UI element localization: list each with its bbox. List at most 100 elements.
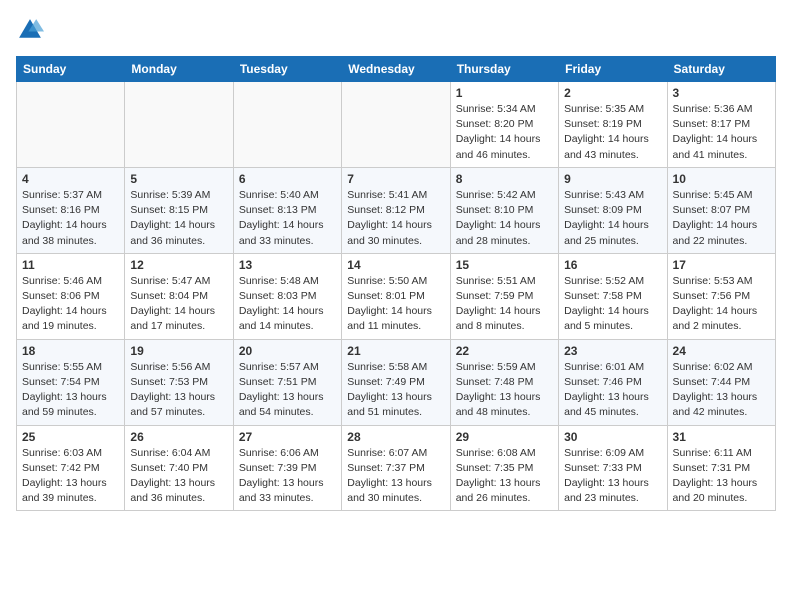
page-header [16, 16, 776, 44]
day-info: Sunrise: 5:51 AM Sunset: 7:59 PM Dayligh… [456, 274, 553, 335]
logo [16, 16, 48, 44]
calendar-cell: 1 Sunrise: 5:34 AM Sunset: 8:20 PM Daylig… [450, 82, 558, 168]
calendar-cell: 13 Sunrise: 5:48 AM Sunset: 8:03 PM Dayli… [233, 253, 341, 339]
day-info: Sunrise: 5:42 AM Sunset: 8:10 PM Dayligh… [456, 188, 553, 249]
calendar-cell: 15 Sunrise: 5:51 AM Sunset: 7:59 PM Dayli… [450, 253, 558, 339]
day-info: Sunrise: 5:48 AM Sunset: 8:03 PM Dayligh… [239, 274, 336, 335]
day-info: Sunrise: 6:06 AM Sunset: 7:39 PM Dayligh… [239, 446, 336, 507]
day-number: 30 [564, 430, 661, 444]
day-number: 15 [456, 258, 553, 272]
logo-icon [16, 16, 44, 44]
day-number: 9 [564, 172, 661, 186]
day-info: Sunrise: 6:03 AM Sunset: 7:42 PM Dayligh… [22, 446, 119, 507]
day-number: 2 [564, 86, 661, 100]
day-number: 7 [347, 172, 444, 186]
day-info: Sunrise: 5:34 AM Sunset: 8:20 PM Dayligh… [456, 102, 553, 163]
day-number: 31 [673, 430, 770, 444]
day-header-thursday: Thursday [450, 57, 558, 82]
day-info: Sunrise: 5:45 AM Sunset: 8:07 PM Dayligh… [673, 188, 770, 249]
day-number: 4 [22, 172, 119, 186]
calendar-cell: 28 Sunrise: 6:07 AM Sunset: 7:37 PM Dayli… [342, 425, 450, 511]
day-info: Sunrise: 5:47 AM Sunset: 8:04 PM Dayligh… [130, 274, 227, 335]
day-number: 28 [347, 430, 444, 444]
day-header-wednesday: Wednesday [342, 57, 450, 82]
day-header-saturday: Saturday [667, 57, 775, 82]
day-info: Sunrise: 6:04 AM Sunset: 7:40 PM Dayligh… [130, 446, 227, 507]
day-info: Sunrise: 6:09 AM Sunset: 7:33 PM Dayligh… [564, 446, 661, 507]
day-info: Sunrise: 5:58 AM Sunset: 7:49 PM Dayligh… [347, 360, 444, 421]
day-number: 18 [22, 344, 119, 358]
day-info: Sunrise: 5:52 AM Sunset: 7:58 PM Dayligh… [564, 274, 661, 335]
day-info: Sunrise: 6:01 AM Sunset: 7:46 PM Dayligh… [564, 360, 661, 421]
day-info: Sunrise: 5:39 AM Sunset: 8:15 PM Dayligh… [130, 188, 227, 249]
calendar-cell: 4 Sunrise: 5:37 AM Sunset: 8:16 PM Daylig… [17, 167, 125, 253]
day-info: Sunrise: 5:43 AM Sunset: 8:09 PM Dayligh… [564, 188, 661, 249]
day-number: 16 [564, 258, 661, 272]
day-number: 13 [239, 258, 336, 272]
day-info: Sunrise: 5:36 AM Sunset: 8:17 PM Dayligh… [673, 102, 770, 163]
day-info: Sunrise: 5:50 AM Sunset: 8:01 PM Dayligh… [347, 274, 444, 335]
day-info: Sunrise: 5:53 AM Sunset: 7:56 PM Dayligh… [673, 274, 770, 335]
calendar-cell: 5 Sunrise: 5:39 AM Sunset: 8:15 PM Daylig… [125, 167, 233, 253]
day-number: 22 [456, 344, 553, 358]
day-info: Sunrise: 5:35 AM Sunset: 8:19 PM Dayligh… [564, 102, 661, 163]
calendar-cell [233, 82, 341, 168]
day-info: Sunrise: 6:08 AM Sunset: 7:35 PM Dayligh… [456, 446, 553, 507]
calendar-cell: 23Sunrise: 6:01 AM Sunset: 7:46 PM Dayli… [559, 339, 667, 425]
calendar-cell: 10 Sunrise: 5:45 AM Sunset: 8:07 PM Dayli… [667, 167, 775, 253]
day-info: Sunrise: 5:41 AM Sunset: 8:12 PM Dayligh… [347, 188, 444, 249]
calendar-cell: 20 Sunrise: 5:57 AM Sunset: 7:51 PM Dayli… [233, 339, 341, 425]
day-info: Sunrise: 6:02 AM Sunset: 7:44 PM Dayligh… [673, 360, 770, 421]
day-info: Sunrise: 5:40 AM Sunset: 8:13 PM Dayligh… [239, 188, 336, 249]
calendar-table: SundayMondayTuesdayWednesdayThursdayFrid… [16, 56, 776, 511]
day-number: 14 [347, 258, 444, 272]
calendar-cell: 2 Sunrise: 5:35 AM Sunset: 8:19 PM Daylig… [559, 82, 667, 168]
day-number: 24 [673, 344, 770, 358]
day-number: 26 [130, 430, 227, 444]
day-number: 8 [456, 172, 553, 186]
calendar-cell: 11Sunrise: 5:46 AM Sunset: 8:06 PM Dayli… [17, 253, 125, 339]
day-number: 5 [130, 172, 227, 186]
calendar-cell: 22Sunrise: 5:59 AM Sunset: 7:48 PM Dayli… [450, 339, 558, 425]
calendar-cell [342, 82, 450, 168]
day-number: 3 [673, 86, 770, 100]
day-header-friday: Friday [559, 57, 667, 82]
calendar-cell: 24 Sunrise: 6:02 AM Sunset: 7:44 PM Dayli… [667, 339, 775, 425]
day-number: 12 [130, 258, 227, 272]
day-header-sunday: Sunday [17, 57, 125, 82]
day-number: 19 [130, 344, 227, 358]
day-number: 20 [239, 344, 336, 358]
day-info: Sunrise: 5:55 AM Sunset: 7:54 PM Dayligh… [22, 360, 119, 421]
calendar-cell: 27 Sunrise: 6:06 AM Sunset: 7:39 PM Dayli… [233, 425, 341, 511]
day-info: Sunrise: 5:37 AM Sunset: 8:16 PM Dayligh… [22, 188, 119, 249]
calendar-cell: 7 Sunrise: 5:41 AM Sunset: 8:12 PM Daylig… [342, 167, 450, 253]
calendar-cell: 12 Sunrise: 5:47 AM Sunset: 8:04 PM Dayli… [125, 253, 233, 339]
day-info: Sunrise: 5:57 AM Sunset: 7:51 PM Dayligh… [239, 360, 336, 421]
calendar-cell: 31Sunrise: 6:11 AM Sunset: 7:31 PM Dayli… [667, 425, 775, 511]
day-number: 29 [456, 430, 553, 444]
calendar-cell: 9 Sunrise: 5:43 AM Sunset: 8:09 PM Daylig… [559, 167, 667, 253]
calendar-cell: 30 Sunrise: 6:09 AM Sunset: 7:33 PM Dayli… [559, 425, 667, 511]
day-number: 25 [22, 430, 119, 444]
day-number: 1 [456, 86, 553, 100]
day-number: 21 [347, 344, 444, 358]
day-header-monday: Monday [125, 57, 233, 82]
calendar-cell: 25 Sunrise: 6:03 AM Sunset: 7:42 PM Dayli… [17, 425, 125, 511]
calendar-cell: 17Sunrise: 5:53 AM Sunset: 7:56 PM Dayli… [667, 253, 775, 339]
day-number: 11 [22, 258, 119, 272]
day-header-tuesday: Tuesday [233, 57, 341, 82]
calendar-cell: 26 Sunrise: 6:04 AM Sunset: 7:40 PM Dayli… [125, 425, 233, 511]
day-number: 27 [239, 430, 336, 444]
day-info: Sunrise: 5:56 AM Sunset: 7:53 PM Dayligh… [130, 360, 227, 421]
day-info: Sunrise: 6:07 AM Sunset: 7:37 PM Dayligh… [347, 446, 444, 507]
day-number: 10 [673, 172, 770, 186]
calendar-cell: 3 Sunrise: 5:36 AM Sunset: 8:17 PM Daylig… [667, 82, 775, 168]
calendar-cell: 8 Sunrise: 5:42 AM Sunset: 8:10 PM Daylig… [450, 167, 558, 253]
calendar-cell [17, 82, 125, 168]
calendar-cell: 14 Sunrise: 5:50 AM Sunset: 8:01 PM Dayli… [342, 253, 450, 339]
day-number: 6 [239, 172, 336, 186]
calendar-cell [125, 82, 233, 168]
calendar-cell: 18 Sunrise: 5:55 AM Sunset: 7:54 PM Dayli… [17, 339, 125, 425]
calendar-cell: 6 Sunrise: 5:40 AM Sunset: 8:13 PM Daylig… [233, 167, 341, 253]
calendar-cell: 16 Sunrise: 5:52 AM Sunset: 7:58 PM Dayli… [559, 253, 667, 339]
